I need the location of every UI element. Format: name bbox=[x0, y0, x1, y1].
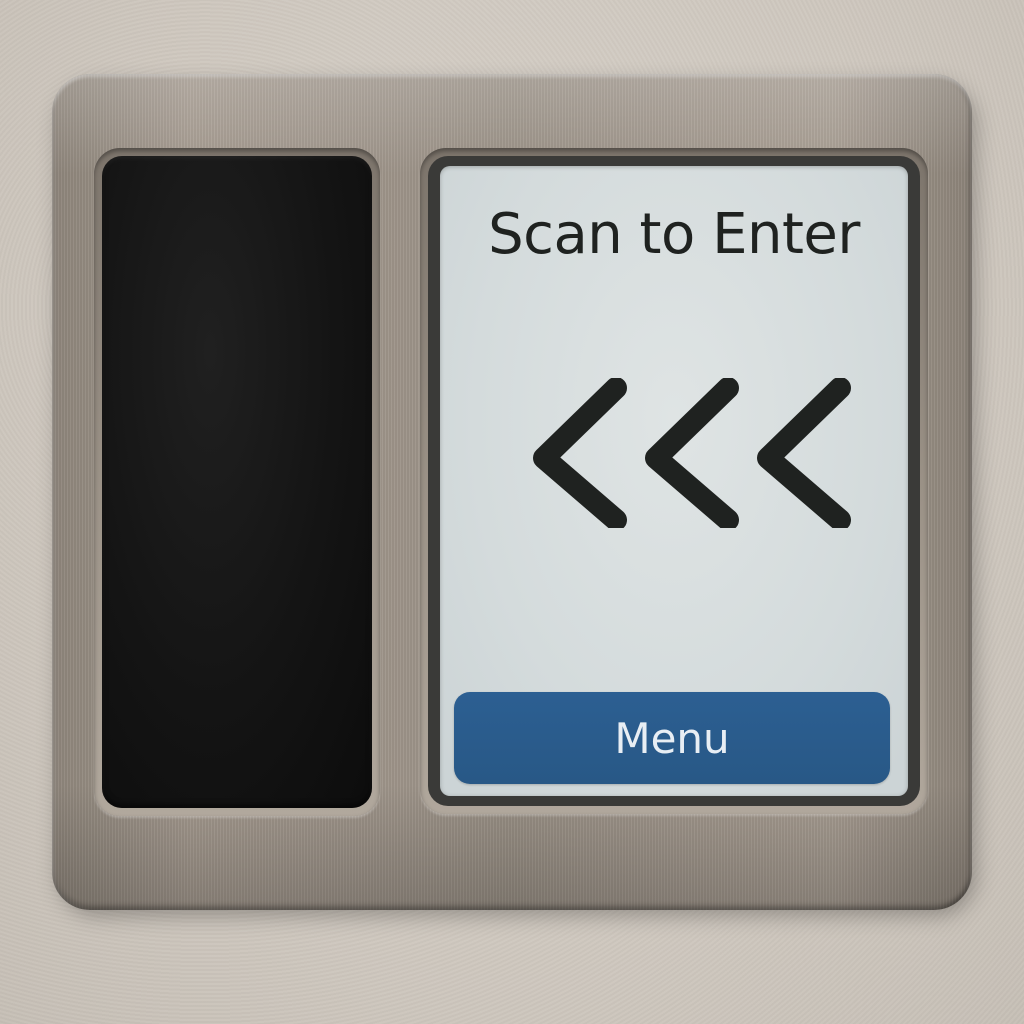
chevron-left-icon bbox=[757, 378, 851, 528]
scan-to-enter-title: Scan to Enter bbox=[488, 202, 860, 267]
menu-button-label: Menu bbox=[614, 713, 730, 763]
chevron-left-icon bbox=[645, 378, 739, 528]
chevron-left-icon bbox=[533, 378, 627, 528]
triple-chevron-left-icon bbox=[533, 378, 851, 528]
card-reader-pad[interactable] bbox=[102, 156, 372, 808]
display-screen: Scan to Enter Menu bbox=[440, 166, 908, 796]
menu-button[interactable]: Menu bbox=[454, 692, 890, 784]
